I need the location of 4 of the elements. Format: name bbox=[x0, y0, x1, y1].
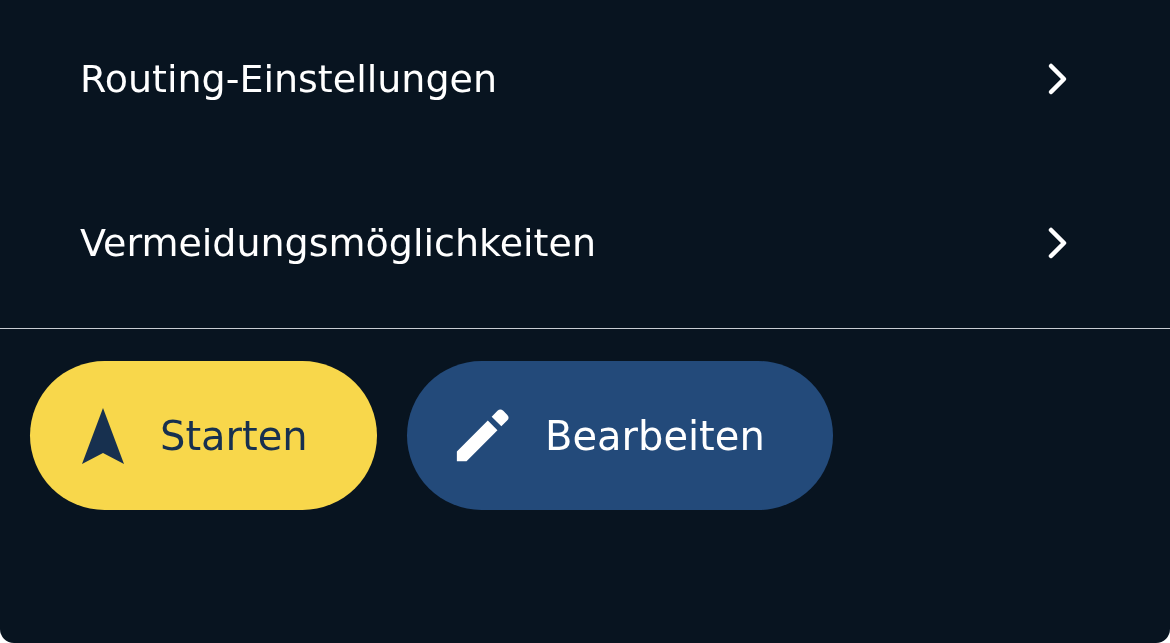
edit-button[interactable]: Bearbeiten bbox=[407, 361, 833, 510]
menu-item[interactable]: Vermeidungsmöglichkeiten bbox=[0, 158, 1170, 328]
start-button[interactable]: Starten bbox=[30, 361, 377, 510]
menu-item[interactable]: Routing-Einstellungen bbox=[0, 0, 1170, 158]
